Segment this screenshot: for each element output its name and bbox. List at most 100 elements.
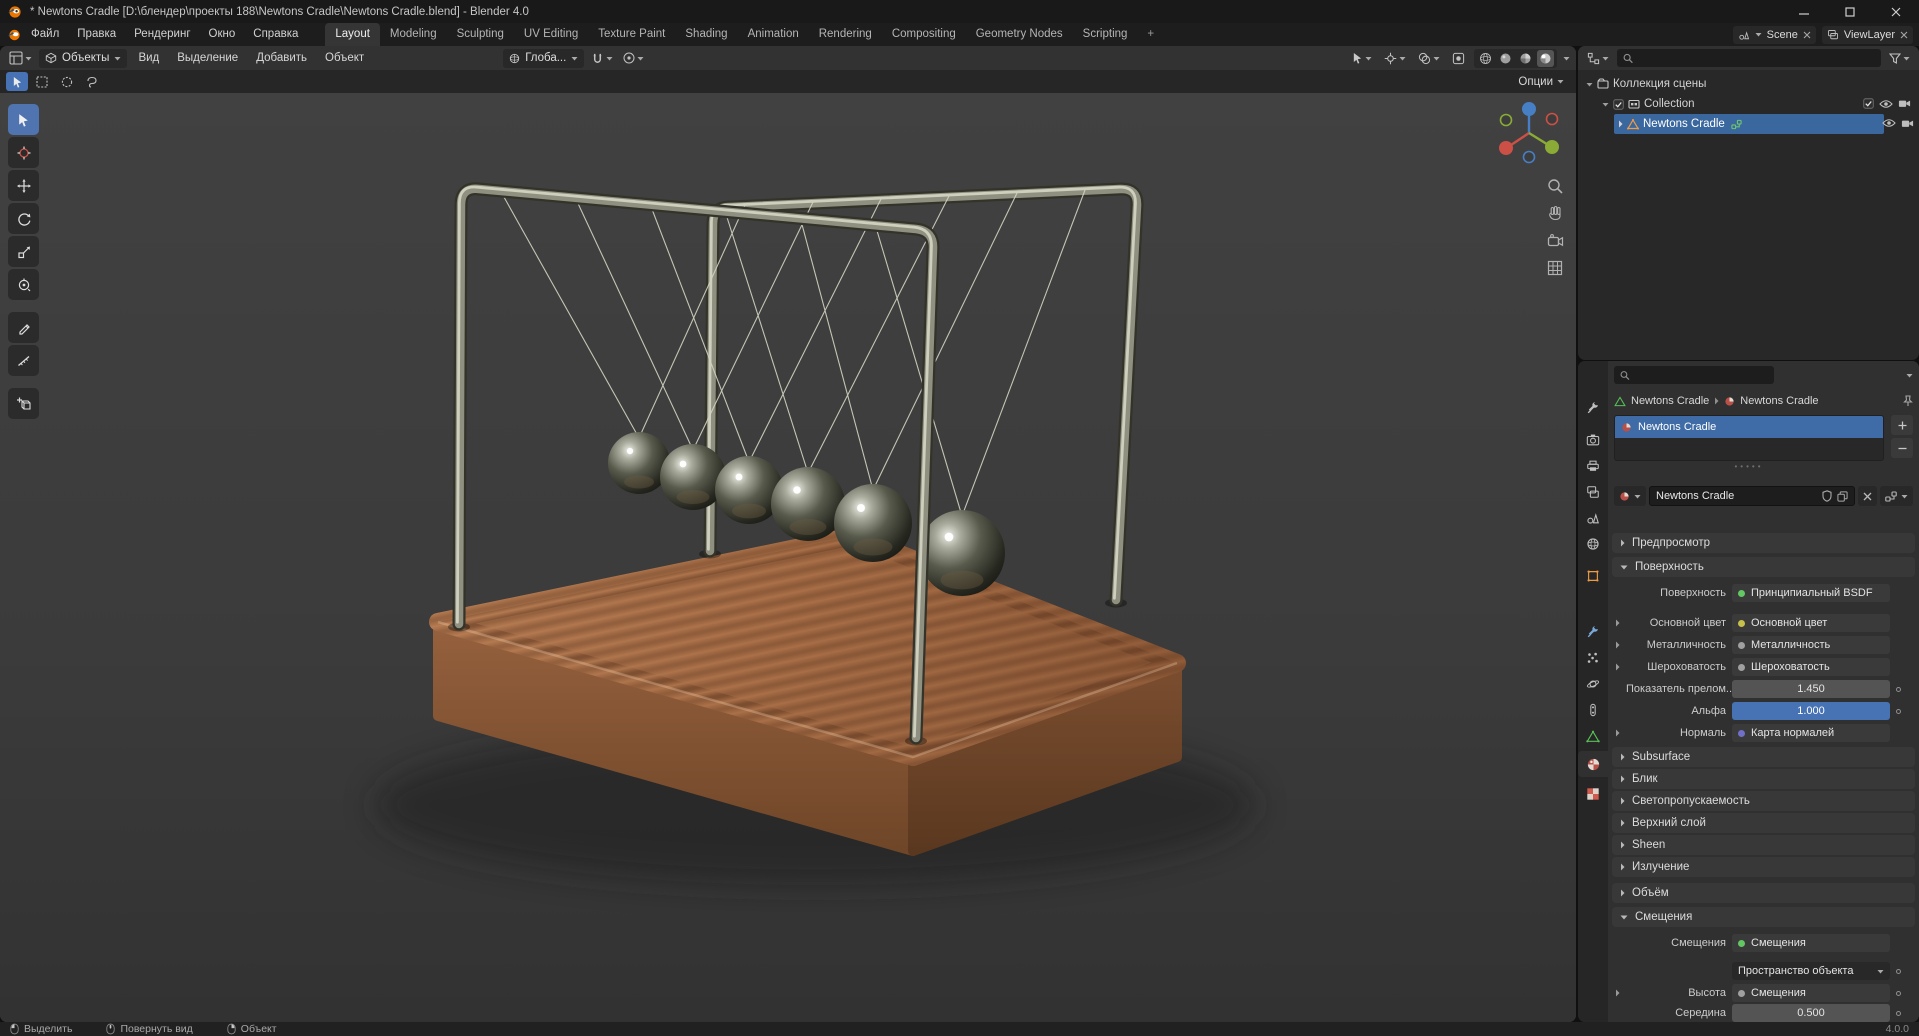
workspace-tab-uv-editing[interactable]: UV Editing [514,23,588,46]
expand-arrow-icon[interactable] [1615,641,1620,649]
workspace-tab-layout[interactable]: Layout [325,23,380,46]
workspace-tab-geometry-nodes[interactable]: Geometry Nodes [966,23,1073,46]
panel-displacement[interactable]: Смещения [1612,907,1915,927]
workspace-tab-rendering[interactable]: Rendering [809,23,882,46]
workspace-tab-animation[interactable]: Animation [738,23,809,46]
menu-window[interactable]: Окно [200,23,245,46]
panel-volume[interactable]: Объём [1612,883,1915,903]
panel-surface[interactable]: Поверхность [1612,557,1915,577]
expand-arrow-icon[interactable] [1615,619,1620,627]
editor-type-button[interactable] [6,51,35,65]
expand-arrow-icon[interactable] [1615,729,1620,737]
shading-wireframe-button[interactable] [1477,50,1494,67]
tool-cursor-button[interactable] [8,137,39,168]
mode-dropdown[interactable]: Объекты [39,48,128,68]
viewport-menu-select[interactable]: Выделение [170,46,245,70]
panel-specular[interactable]: Блик [1612,769,1915,789]
outliner-item-label[interactable]: Коллекция сцены [1609,78,1706,90]
remove-slot-button[interactable] [1891,438,1913,458]
select-mode-lasso-button[interactable] [81,72,103,91]
metallic-input[interactable]: Металличность [1732,636,1890,654]
checkbox-checked-icon[interactable] [1863,98,1874,109]
keyframe-decorator[interactable] [1890,708,1906,714]
material-name-field[interactable]: Newtons Cradle [1649,486,1855,506]
properties-search[interactable] [1614,366,1774,384]
viewport-menu-view[interactable]: Вид [131,46,166,70]
properties-tab-view-layer[interactable] [1578,479,1608,505]
keyframe-decorator[interactable] [1890,686,1906,692]
tool-rotate-button[interactable] [8,203,39,234]
panel-preview[interactable]: Предпросмотр [1612,533,1915,553]
shading-options-chevron-icon[interactable] [1563,56,1570,61]
shading-material-button[interactable] [1517,50,1534,67]
outliner-search-input[interactable] [1638,51,1875,65]
tool-measure-button[interactable] [8,345,39,376]
expand-arrow-icon[interactable] [1615,663,1620,671]
snap-button[interactable] [588,52,616,65]
tool-scale-button[interactable] [8,236,39,267]
properties-tab-world[interactable] [1578,531,1608,557]
workspace-tab-compositing[interactable]: Compositing [882,23,966,46]
material-link-dropdown[interactable] [1880,486,1913,506]
properties-tab-object[interactable] [1578,563,1608,589]
add-workspace-button[interactable]: + [1137,23,1164,46]
viewport-options-dropdown[interactable]: Опции [1518,76,1570,88]
viewport-menu-object[interactable]: Объект [318,46,371,70]
properties-tab-modifiers[interactable] [1578,619,1608,645]
tool-move-button[interactable] [8,170,39,201]
view-layer-selector[interactable]: ViewLayer [1821,25,1913,44]
camera-view-button[interactable] [1544,230,1566,252]
workspace-tab-shading[interactable]: Shading [675,23,737,46]
viewport-canvas[interactable] [0,93,1576,1022]
camera-render-icon[interactable] [1901,119,1914,128]
properties-tab-tool[interactable] [1578,395,1608,421]
perspective-toggle-button[interactable] [1544,257,1566,279]
outliner-item-label[interactable]: Newtons Cradle [1639,118,1725,130]
material-slot-item[interactable]: Newtons Cradle [1615,416,1883,438]
close-button[interactable] [1873,0,1919,23]
zoom-button[interactable] [1544,175,1566,197]
tool-transform-button[interactable] [8,269,39,300]
transform-orientation-dropdown[interactable]: Глоба... [503,48,585,68]
height-input[interactable]: Смещения [1732,984,1890,1002]
proportional-editing-button[interactable] [620,52,647,64]
fake-user-shield-icon[interactable] [1822,490,1832,502]
ior-slider[interactable]: 1.450 [1732,680,1890,698]
chevron-down-icon[interactable] [1906,373,1913,378]
overlays-toggle[interactable] [1415,52,1443,65]
properties-tab-constraints[interactable] [1578,697,1608,723]
panel-transmission[interactable]: Светопропускаемость [1612,791,1915,811]
workspace-tab-modeling[interactable]: Modeling [380,23,447,46]
camera-render-icon[interactable] [1898,99,1911,108]
workspace-tab-sculpting[interactable]: Sculpting [447,23,514,46]
properties-tab-object-data[interactable] [1578,723,1608,749]
surface-shader-input[interactable]: Принципиальный BSDF [1732,584,1890,602]
outliner-item-label[interactable]: Collection [1640,98,1695,110]
roughness-input[interactable]: Шероховатость [1732,658,1890,676]
properties-tab-physics[interactable] [1578,671,1608,697]
disclosure-open-icon[interactable] [1602,102,1609,107]
unlink-material-button[interactable] [1858,486,1877,506]
menu-help[interactable]: Справка [244,23,307,46]
panel-sheen[interactable]: Sheen [1612,835,1915,855]
displacement-space-dropdown[interactable]: Пространство объекта [1732,962,1890,980]
add-slot-button[interactable] [1891,415,1913,435]
pin-icon[interactable] [1903,395,1913,407]
maximize-button[interactable] [1827,0,1873,23]
properties-tab-scene[interactable] [1578,505,1608,531]
panel-emission[interactable]: Излучение [1612,857,1915,877]
menu-edit[interactable]: Правка [68,23,125,46]
list-resize-grip[interactable]: ••••• [1608,462,1890,471]
tool-select-button[interactable] [8,104,39,135]
select-mode-box-button[interactable] [31,72,53,91]
viewport-3d[interactable]: Объекты Вид Выделение Добавить Объект Гл… [0,46,1576,1022]
keyframe-decorator[interactable] [1890,968,1906,974]
gizmos-toggle[interactable] [1381,52,1409,65]
outliner-row-scene-collection[interactable]: Коллекция сцены [1578,74,1919,94]
panel-coat[interactable]: Верхний слой [1612,813,1915,833]
outliner-row-newtons-cradle[interactable]: Newtons Cradle [1578,114,1919,134]
shading-rendered-button[interactable] [1537,49,1554,67]
minimize-button[interactable] [1781,0,1827,23]
properties-tab-material[interactable] [1578,751,1608,777]
outliner-search[interactable] [1617,49,1881,67]
